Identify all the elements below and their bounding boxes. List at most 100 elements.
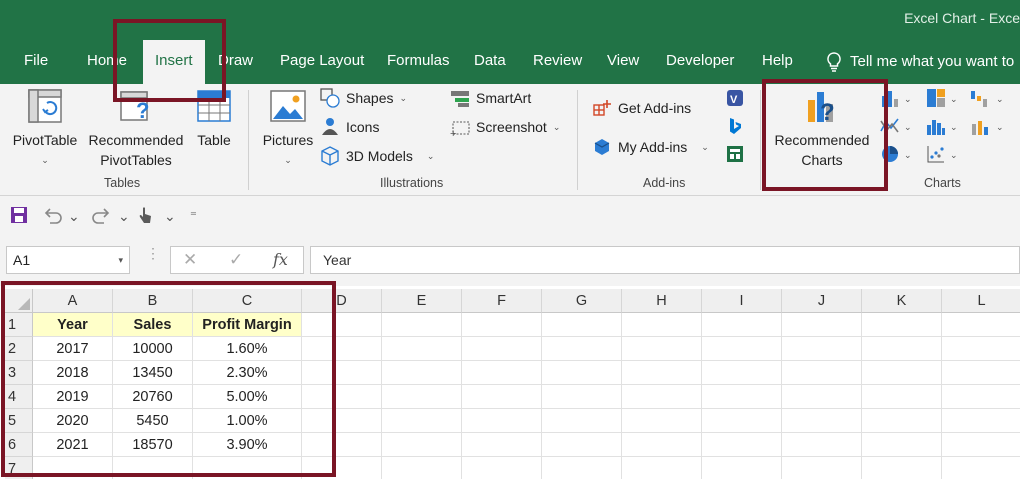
cell-e7[interactable] bbox=[382, 457, 462, 479]
tab-home[interactable]: Home bbox=[87, 40, 127, 84]
get-addins-button[interactable]: Get Add-ins bbox=[592, 96, 691, 120]
save-icon[interactable] bbox=[10, 206, 28, 226]
cell-g2[interactable] bbox=[542, 337, 622, 361]
cell-a7[interactable] bbox=[33, 457, 113, 479]
undo-icon[interactable] bbox=[42, 206, 64, 226]
row-header-1[interactable]: 1 bbox=[5, 313, 33, 337]
cell-k1[interactable] bbox=[862, 313, 942, 337]
pie-chart-icon[interactable] bbox=[880, 144, 900, 164]
cell-l7[interactable] bbox=[942, 457, 1020, 479]
cell-k2[interactable] bbox=[862, 337, 942, 361]
cell-h5[interactable] bbox=[622, 409, 702, 433]
cell-a2[interactable]: 2017 bbox=[33, 337, 113, 361]
name-box[interactable]: A1 ▾ bbox=[6, 246, 130, 274]
cell-d4[interactable] bbox=[302, 385, 382, 409]
cell-j3[interactable] bbox=[782, 361, 862, 385]
row-header-7[interactable]: 7 bbox=[5, 457, 33, 479]
cell-a5[interactable]: 2020 bbox=[33, 409, 113, 433]
row-header-4[interactable]: 4 bbox=[5, 385, 33, 409]
cell-b6[interactable]: 18570 bbox=[113, 433, 193, 457]
visio-icon[interactable]: V bbox=[725, 88, 745, 108]
chevron-down-icon[interactable]: ⌄ bbox=[950, 150, 958, 161]
cell-b4[interactable]: 20760 bbox=[113, 385, 193, 409]
cell-c7[interactable] bbox=[193, 457, 302, 479]
statistic-chart-icon[interactable] bbox=[926, 116, 946, 136]
tab-file[interactable]: File bbox=[24, 40, 48, 84]
cell-d3[interactable] bbox=[302, 361, 382, 385]
cell-i6[interactable] bbox=[702, 433, 782, 457]
cell-d6[interactable] bbox=[302, 433, 382, 457]
chevron-down-icon[interactable]: ⌄ bbox=[996, 122, 1004, 133]
recommended-charts-button[interactable]: ? Recommended Charts bbox=[768, 88, 876, 170]
cell-c3[interactable]: 2.30% bbox=[193, 361, 302, 385]
tab-insert[interactable]: Insert bbox=[143, 40, 205, 84]
chevron-down-icon[interactable]: ⌄ bbox=[904, 94, 912, 105]
shapes-button[interactable]: Shapes ⌄ bbox=[320, 86, 407, 110]
cell-c4[interactable]: 5.00% bbox=[193, 385, 302, 409]
insert-function-icon[interactable]: fx bbox=[273, 250, 288, 269]
tell-me-search[interactable]: Tell me what you want to bbox=[826, 40, 1014, 84]
cell-g1[interactable] bbox=[542, 313, 622, 337]
row-header-5[interactable]: 5 bbox=[5, 409, 33, 433]
cell-b5[interactable]: 5450 bbox=[113, 409, 193, 433]
row-header-3[interactable]: 3 bbox=[5, 361, 33, 385]
column-header-h[interactable]: H bbox=[622, 289, 702, 313]
cell-l3[interactable] bbox=[942, 361, 1020, 385]
cell-j1[interactable] bbox=[782, 313, 862, 337]
chevron-down-icon[interactable]: ⌄ bbox=[904, 122, 912, 133]
pivottable-button[interactable]: PivotTable ⌄ bbox=[8, 88, 82, 170]
column-header-f[interactable]: F bbox=[462, 289, 542, 313]
header-cell-b1[interactable]: Sales bbox=[113, 313, 193, 337]
chevron-down-icon[interactable]: ⌄ bbox=[950, 94, 958, 105]
column-header-g[interactable]: G bbox=[542, 289, 622, 313]
header-cell-a1[interactable]: Year bbox=[33, 313, 113, 337]
cell-b2[interactable]: 10000 bbox=[113, 337, 193, 361]
hierarchy-chart-icon[interactable] bbox=[926, 88, 946, 108]
cell-f1[interactable] bbox=[462, 313, 542, 337]
tab-developer[interactable]: Developer bbox=[666, 40, 734, 84]
cell-c6[interactable]: 3.90% bbox=[193, 433, 302, 457]
cell-i2[interactable] bbox=[702, 337, 782, 361]
cell-b3[interactable]: 13450 bbox=[113, 361, 193, 385]
cell-e2[interactable] bbox=[382, 337, 462, 361]
3d-models-button[interactable]: 3D Models ⌄ bbox=[320, 144, 434, 168]
tab-data[interactable]: Data bbox=[474, 40, 506, 84]
cell-f7[interactable] bbox=[462, 457, 542, 479]
column-header-d[interactable]: D bbox=[302, 289, 382, 313]
cancel-icon[interactable]: ✕ bbox=[183, 250, 197, 270]
formula-input[interactable]: Year bbox=[310, 246, 1020, 274]
cell-d2[interactable] bbox=[302, 337, 382, 361]
cell-e6[interactable] bbox=[382, 433, 462, 457]
column-header-c[interactable]: C bbox=[193, 289, 302, 313]
row-header-2[interactable]: 2 bbox=[5, 337, 33, 361]
column-header-k[interactable]: K bbox=[862, 289, 942, 313]
chevron-down-icon[interactable]: ▾ bbox=[118, 247, 123, 273]
cell-a3[interactable]: 2018 bbox=[33, 361, 113, 385]
header-cell-c1[interactable]: Profit Margin bbox=[193, 313, 302, 337]
redo-icon[interactable] bbox=[90, 206, 112, 226]
my-addins-button[interactable]: My Add-ins ⌄ bbox=[592, 135, 709, 159]
chevron-down-icon[interactable]: ⌄ bbox=[996, 94, 1004, 105]
cell-h7[interactable] bbox=[622, 457, 702, 479]
line-chart-icon[interactable] bbox=[880, 116, 900, 136]
splitter-icon[interactable]: ⋮ bbox=[146, 246, 160, 260]
tab-view[interactable]: View bbox=[607, 40, 639, 84]
smartart-button[interactable]: SmartArt bbox=[450, 86, 531, 110]
cell-f2[interactable] bbox=[462, 337, 542, 361]
icons-button[interactable]: Icons bbox=[320, 115, 379, 139]
cell-j5[interactable] bbox=[782, 409, 862, 433]
cell-g6[interactable] bbox=[542, 433, 622, 457]
scatter-chart-icon[interactable] bbox=[926, 144, 946, 164]
cell-j6[interactable] bbox=[782, 433, 862, 457]
cell-e3[interactable] bbox=[382, 361, 462, 385]
cell-g5[interactable] bbox=[542, 409, 622, 433]
bing-icon[interactable] bbox=[725, 116, 745, 136]
tab-page-layout[interactable]: Page Layout bbox=[280, 40, 364, 84]
customize-toolbar-icon[interactable]: ₌ bbox=[190, 204, 197, 224]
cell-d1[interactable] bbox=[302, 313, 382, 337]
cell-g7[interactable] bbox=[542, 457, 622, 479]
cell-k7[interactable] bbox=[862, 457, 942, 479]
column-header-b[interactable]: B bbox=[113, 289, 193, 313]
waterfall-chart-icon[interactable] bbox=[970, 88, 990, 108]
cell-l4[interactable] bbox=[942, 385, 1020, 409]
